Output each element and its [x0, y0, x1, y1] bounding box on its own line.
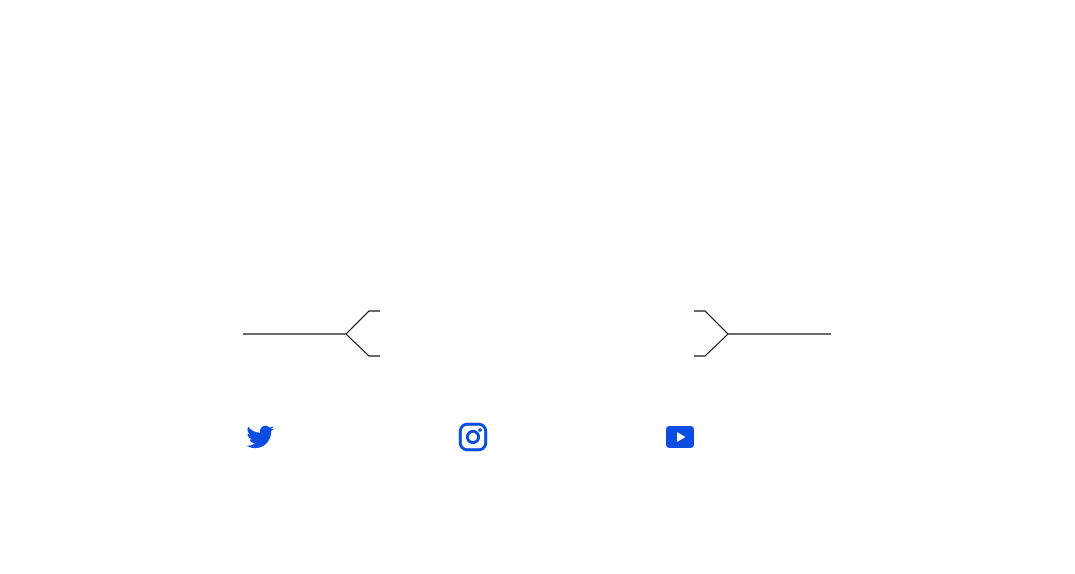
instagram-link[interactable] [457, 421, 489, 453]
divider-ornament [243, 310, 831, 357]
left-bracket-ornament [243, 310, 380, 357]
youtube-link[interactable] [664, 421, 696, 453]
youtube-icon [666, 426, 694, 448]
right-bracket-ornament [694, 310, 831, 357]
instagram-icon [458, 422, 488, 452]
youtube-label [664, 453, 665, 454]
twitter-label [244, 453, 245, 454]
instagram-label [457, 453, 458, 454]
twitter-link[interactable] [244, 421, 276, 453]
twitter-icon [246, 425, 274, 449]
page [0, 0, 1075, 574]
